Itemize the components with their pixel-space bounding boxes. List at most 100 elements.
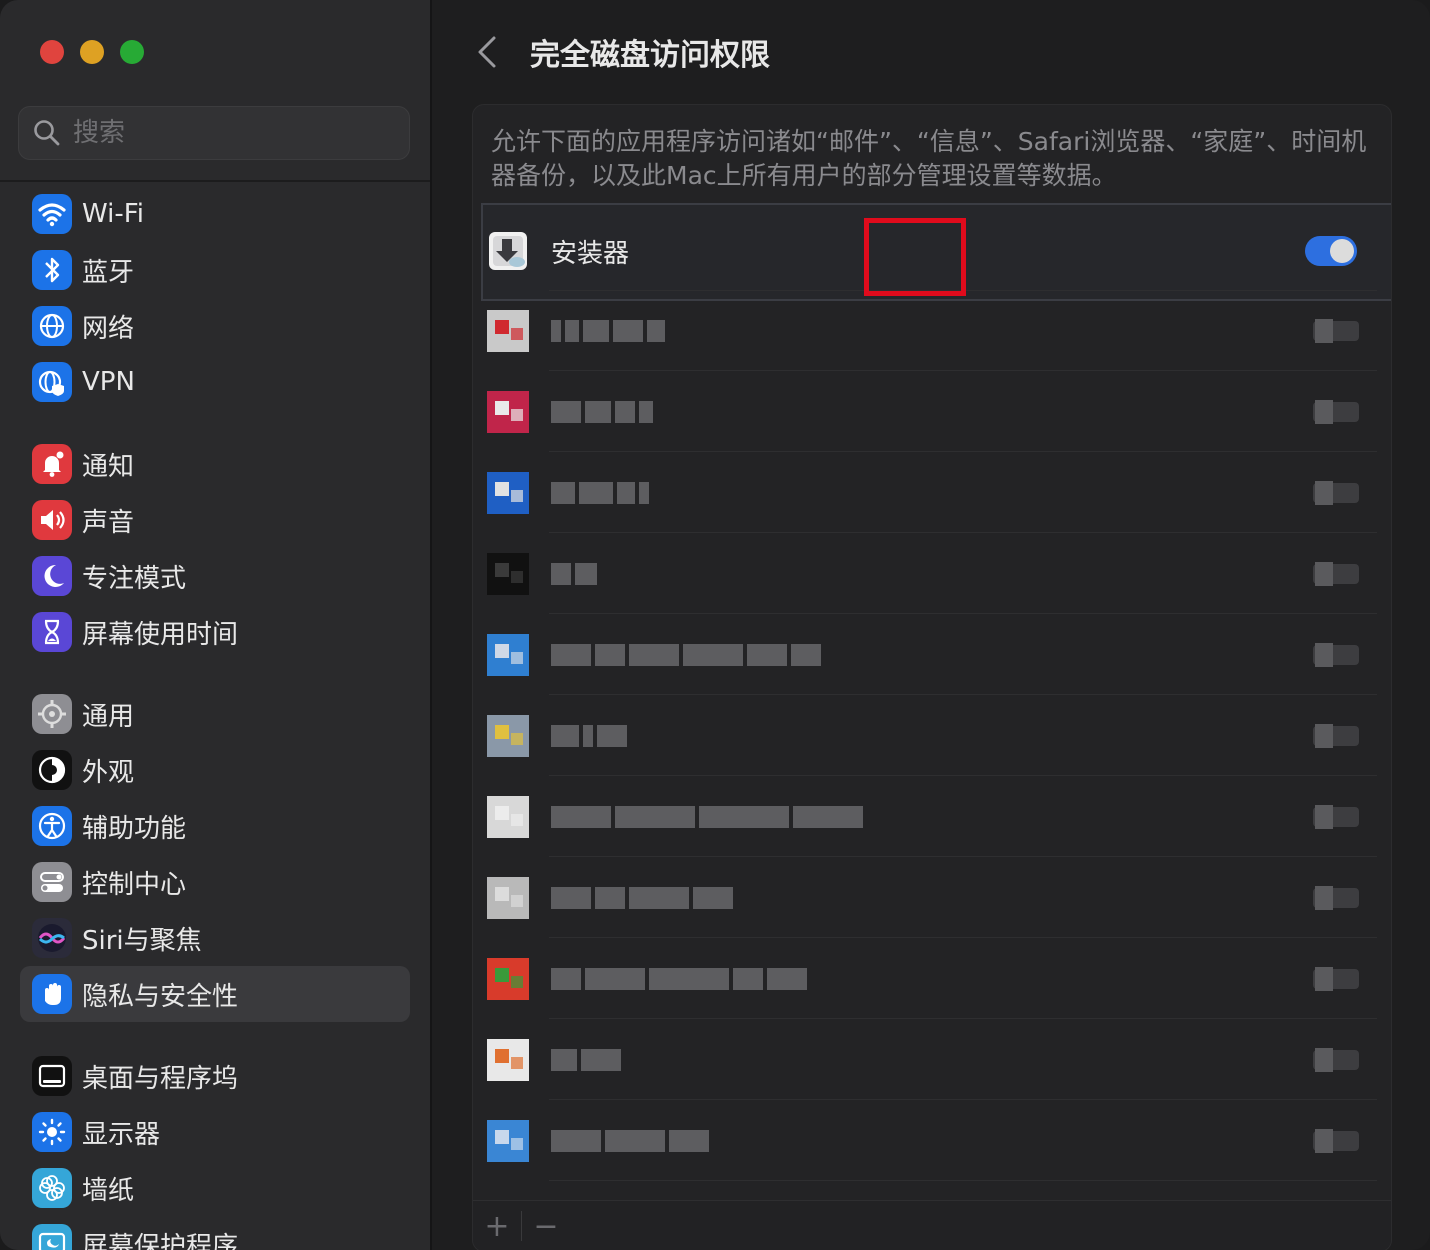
sidebar-item-siri[interactable]: Siri与聚焦 — [20, 910, 410, 966]
obscured-app-icon — [487, 877, 529, 919]
sidebar-item-bluetooth[interactable]: 蓝牙 — [20, 242, 410, 298]
appearance-icon — [32, 750, 72, 790]
row-divider — [549, 1018, 1377, 1019]
sidebar-item-label: 隐私与安全性 — [82, 981, 239, 1012]
settings-window: Wi-Fi 蓝牙网络 VPN 通知声音专注模式屏幕使用时间通用外观辅助功能控制中心 Si… — [0, 0, 1430, 1250]
hand-icon — [32, 974, 72, 1014]
hourglass-icon — [32, 612, 72, 652]
sidebar-item-label: 桌面与程序坞 — [82, 1063, 239, 1094]
row-divider — [549, 613, 1377, 614]
window-controls — [40, 40, 144, 64]
obscured-app-icon — [487, 958, 529, 1000]
sidebar-item-sun[interactable]: 显示器 — [20, 1104, 410, 1160]
sidebar-item-accessibility[interactable]: 辅助功能 — [20, 798, 410, 854]
globe-icon — [32, 306, 72, 346]
main-content: 完全磁盘访问权限 允许下面的应用程序访问诸如“邮件”、“信息”、Safari浏览… — [432, 0, 1430, 1250]
installer-icon — [489, 232, 527, 270]
back-chevron-icon[interactable] — [472, 32, 502, 72]
sidebar-item-label: 屏幕使用时间 — [82, 619, 239, 650]
screensaver-icon — [32, 1224, 72, 1250]
obscured-toggle[interactable] — [1309, 641, 1363, 669]
bell-icon — [32, 444, 72, 484]
obscured-app-row[interactable] — [487, 1020, 1377, 1100]
obscured-app-icon — [487, 553, 529, 595]
obscured-toggle[interactable] — [1309, 398, 1363, 426]
installer-toggle[interactable] — [1305, 236, 1357, 266]
sidebar-item-label: 蓝牙 — [82, 257, 135, 288]
obscured-toggle[interactable] — [1309, 1127, 1363, 1155]
sidebar-item-label: 专注模式 — [82, 563, 187, 594]
obscured-toggle[interactable] — [1309, 317, 1363, 345]
sidebar-item-moon[interactable]: 专注模式 — [20, 548, 410, 604]
minimize-button[interactable] — [80, 40, 104, 64]
sidebar-item-dock[interactable]: 桌面与程序坞 — [20, 1048, 410, 1104]
close-button[interactable] — [40, 40, 64, 64]
obscured-app-name — [551, 1049, 621, 1071]
sidebar-item-label: 通用 — [82, 701, 135, 732]
obscured-app-row[interactable] — [487, 696, 1377, 776]
sidebar-item-label: Siri与聚焦 — [82, 925, 202, 956]
moon-icon — [32, 556, 72, 596]
obscured-app-name — [551, 401, 653, 423]
search-icon — [34, 120, 60, 146]
obscured-app-name — [551, 887, 733, 909]
sidebar-item-globe[interactable]: 网络 — [20, 298, 410, 354]
sidebar-item-gear[interactable]: 通用 — [20, 686, 410, 742]
toggle-knob — [1330, 239, 1354, 263]
zoom-button[interactable] — [120, 40, 144, 64]
sidebar-item-hand[interactable]: 隐私与安全性 — [20, 966, 410, 1022]
sidebar-item-screensaver[interactable]: 屏幕保护程序 — [20, 1216, 410, 1250]
obscured-app-row[interactable] — [487, 453, 1377, 533]
add-app-button[interactable]: + — [473, 1201, 521, 1250]
sidebar: Wi-Fi 蓝牙网络 VPN 通知声音专注模式屏幕使用时间通用外观辅助功能控制中心 Si… — [0, 0, 432, 1250]
search-field[interactable] — [18, 106, 410, 160]
search-input[interactable] — [71, 117, 395, 149]
obscured-app-name — [551, 725, 627, 747]
obscured-toggle[interactable] — [1309, 479, 1363, 507]
obscured-app-icon — [487, 796, 529, 838]
remove-app-button[interactable]: − — [522, 1201, 570, 1250]
row-divider — [549, 856, 1377, 857]
sidebar-item-control-center[interactable]: 控制中心 — [20, 854, 410, 910]
obscured-toggle[interactable] — [1309, 560, 1363, 588]
obscured-toggle[interactable] — [1309, 884, 1363, 912]
obscured-toggle[interactable] — [1309, 965, 1363, 993]
sidebar-item-vpn[interactable]: VPN — [20, 354, 410, 410]
sidebar-item-wifi[interactable]: Wi-Fi — [20, 186, 410, 242]
sidebar-item-appearance[interactable]: 外观 — [20, 742, 410, 798]
row-divider — [549, 1099, 1377, 1100]
sidebar-item-bell[interactable]: 通知 — [20, 436, 410, 492]
sidebar-item-label: 声音 — [82, 507, 135, 538]
obscured-toggle[interactable] — [1309, 803, 1363, 831]
obscured-app-row[interactable] — [487, 777, 1377, 857]
obscured-app-name — [551, 1130, 709, 1152]
obscured-app-row[interactable] — [487, 372, 1377, 452]
description-text: 允许下面的应用程序访问诸如“邮件”、“信息”、Safari浏览器、“家庭”、时间… — [491, 127, 1367, 190]
page-title: 完全磁盘访问权限 — [530, 38, 770, 73]
sidebar-item-label: 外观 — [82, 757, 135, 788]
sidebar-item-hourglass[interactable]: 屏幕使用时间 — [20, 604, 410, 660]
obscured-app-row[interactable] — [487, 858, 1377, 938]
obscured-toggle[interactable] — [1309, 1046, 1363, 1074]
obscured-app-row[interactable] — [487, 534, 1377, 614]
app-name: 安装器 — [551, 238, 630, 269]
row-divider — [549, 532, 1377, 533]
obscured-app-name — [551, 968, 807, 990]
obscured-toggle[interactable] — [1309, 722, 1363, 750]
siri-icon — [32, 918, 72, 958]
sidebar-item-label: 通知 — [82, 451, 135, 482]
obscured-app-row[interactable] — [487, 291, 1377, 371]
flower-icon — [32, 1168, 72, 1208]
annotation-highlight-box — [864, 218, 966, 296]
sidebar-item-flower[interactable]: 墙纸 — [20, 1160, 410, 1216]
row-divider — [549, 370, 1377, 371]
obscured-app-row[interactable] — [487, 1101, 1377, 1181]
sidebar-item-label: 显示器 — [82, 1119, 161, 1150]
obscured-app-row[interactable] — [487, 939, 1377, 1019]
sidebar-nav: Wi-Fi 蓝牙网络 VPN 通知声音专注模式屏幕使用时间 通用外观辅助功能 控制中心 Si… — [20, 186, 410, 1250]
obscured-app-row[interactable] — [487, 615, 1377, 695]
obscured-app-icon — [487, 472, 529, 514]
obscured-app-name — [551, 563, 597, 585]
sidebar-item-speaker[interactable]: 声音 — [20, 492, 410, 548]
